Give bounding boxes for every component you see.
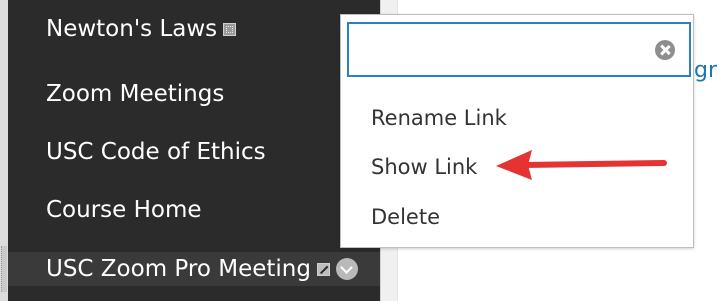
drag-handle[interactable] [1,246,7,292]
content-link-text[interactable]: gr [694,58,717,83]
rename-field [347,22,691,77]
sidebar-item-course-home[interactable]: Course Home [46,193,202,227]
sidebar-item-usc-zoom-pro-meeting[interactable]: USC Zoom Pro Meeting [8,252,380,286]
left-gutter [0,0,8,301]
sidebar-item-label: USC Code of Ethics [46,139,266,165]
rename-link-option[interactable]: Rename Link [371,106,507,130]
screen: Newton's Laws Zoom Meetings USC Code of … [0,0,720,301]
dotted-square-icon [223,22,237,36]
sidebar-item-label: Zoom Meetings [46,81,225,107]
sidebar-item-label: Newton's Laws [46,16,218,42]
rename-input[interactable] [355,30,649,70]
sidebar-item-zoom-meetings[interactable]: Zoom Meetings [46,77,224,111]
context-menu: Rename Link Show Link Delete [340,14,694,248]
hidden-link-icon [316,262,330,276]
chevron-down-icon[interactable] [335,258,358,280]
show-link-option[interactable]: Show Link [371,155,477,179]
clear-icon[interactable] [655,40,675,60]
sidebar-item-label: USC Zoom Pro Meeting [46,256,311,282]
annotation-arrow-icon [496,150,667,180]
sidebar-item-label: Course Home [46,197,202,223]
delete-option[interactable]: Delete [371,205,440,229]
sidebar-item-usc-code-of-ethics[interactable]: USC Code of Ethics [46,135,266,169]
sidebar-item-newtons-laws[interactable]: Newton's Laws [46,12,237,46]
